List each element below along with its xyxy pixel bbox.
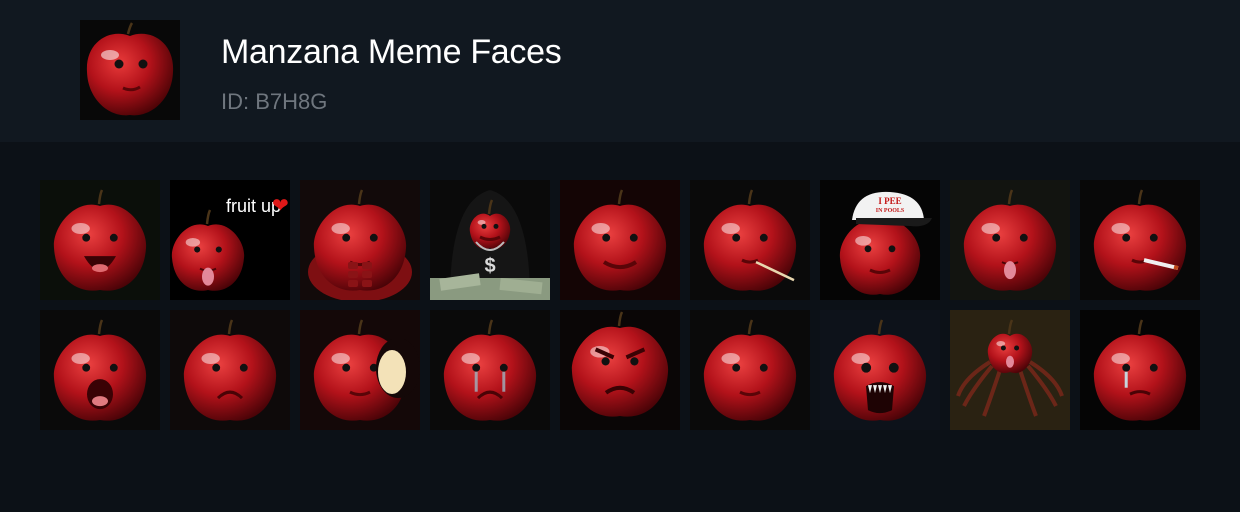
apple-face-icon bbox=[430, 310, 550, 430]
apple-face-icon: $ bbox=[430, 180, 550, 300]
sticker-apple-crying[interactable] bbox=[430, 310, 550, 430]
cap-text-line-2: IN POOLS bbox=[876, 208, 905, 214]
sticker-apple-shocked[interactable] bbox=[40, 310, 160, 430]
sticker-apple-bitten[interactable] bbox=[300, 310, 420, 430]
apple-face-icon bbox=[40, 310, 160, 430]
apple-face-icon: fruit up❤ bbox=[170, 180, 290, 300]
sticker-apple-trucker-cap[interactable]: I PEE IN POOLS bbox=[820, 180, 940, 300]
sticker-apple-laughing[interactable] bbox=[40, 180, 160, 300]
sticker-apple-toothpick[interactable] bbox=[690, 180, 810, 300]
pack-thumbnail[interactable] bbox=[80, 20, 180, 120]
apple-face-icon bbox=[1080, 310, 1200, 430]
pack-title: Manzana Meme Faces bbox=[221, 33, 562, 71]
sticker-apple-neutral[interactable] bbox=[690, 310, 810, 430]
apple-face-icon bbox=[950, 310, 1070, 430]
sticker-apple-spider-creature[interactable] bbox=[950, 310, 1070, 430]
apple-face-icon bbox=[300, 180, 420, 300]
apple-face-icon bbox=[40, 180, 160, 300]
apple-face-icon bbox=[300, 310, 420, 430]
sticker-apple-sad[interactable] bbox=[170, 310, 290, 430]
apple-face-icon bbox=[170, 310, 290, 430]
pack-header: Manzana Meme Faces ID: B7H8G bbox=[0, 0, 1240, 142]
sticker-grid: fruit up ❤ $ I PEE IN POOLS bbox=[40, 180, 1200, 430]
apple-face-icon bbox=[690, 180, 810, 300]
chain-dollar-sign: $ bbox=[484, 255, 495, 277]
apple-face-icon bbox=[950, 180, 1070, 300]
apple-face-icon bbox=[1080, 180, 1200, 300]
sticker-apple-single-tear[interactable] bbox=[1080, 310, 1200, 430]
cap-text-line-1: I PEE bbox=[878, 196, 901, 206]
pack-id: ID: B7H8G bbox=[221, 89, 328, 114]
sticker-apple-tongue-out[interactable] bbox=[950, 180, 1070, 300]
apple-face-icon bbox=[820, 310, 940, 430]
sticker-apple-angry[interactable] bbox=[560, 310, 680, 430]
heart-icon: ❤ bbox=[272, 193, 289, 217]
sticker-apple-muscular[interactable] bbox=[300, 180, 420, 300]
sticker-apple-hoodie-money[interactable]: $ bbox=[430, 180, 550, 300]
sticker-apple-screaming-fangs[interactable] bbox=[820, 310, 940, 430]
sticker-apple-smug[interactable] bbox=[560, 180, 680, 300]
apple-face-icon bbox=[80, 20, 180, 120]
apple-face-icon: I PEE IN POOLS bbox=[820, 180, 940, 300]
apple-face-icon bbox=[560, 180, 680, 300]
apple-face-icon bbox=[690, 310, 810, 430]
sticker-apple-fruit-up[interactable]: fruit up ❤ bbox=[170, 180, 290, 300]
apple-face-icon bbox=[560, 310, 680, 430]
sticker-apple-cigarette[interactable] bbox=[1080, 180, 1200, 300]
